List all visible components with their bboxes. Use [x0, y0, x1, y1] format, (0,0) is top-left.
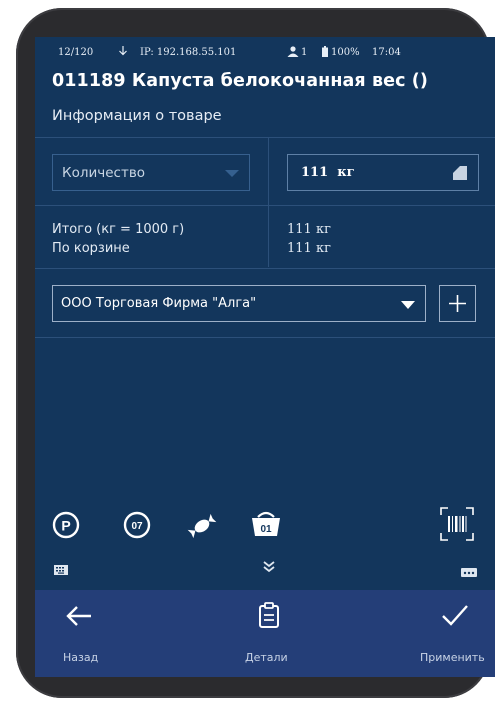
app-screen: 12/120 IP: 192.168.55.101 1 100% 17:04 0… — [35, 37, 495, 677]
back-button[interactable]: Назад — [35, 590, 135, 677]
apply-label: Применить — [420, 651, 485, 664]
quantity-input[interactable]: 111 кг — [287, 154, 479, 191]
divider — [35, 268, 495, 269]
details-button[interactable]: Детали — [220, 590, 320, 677]
divider — [35, 205, 495, 206]
barcode-scan-icon[interactable] — [440, 507, 474, 545]
code-07-icon[interactable]: 07 — [123, 511, 151, 543]
quantity-unit: кг — [337, 165, 355, 180]
quantity-mode-label: Количество — [62, 165, 146, 181]
supplier-label: ООО Торговая Фирма "Алга" — [61, 296, 257, 311]
candy-icon[interactable] — [186, 513, 218, 543]
status-users: 1 — [301, 47, 308, 58]
divider — [35, 337, 495, 338]
clipboard-icon — [259, 602, 279, 628]
keyboard-toggle-icon[interactable] — [453, 166, 467, 180]
supplier-select[interactable]: ООО Торговая Фирма "Алга" — [52, 285, 426, 322]
quantity-mode-select[interactable]: Количество — [52, 154, 250, 191]
wifi-down-icon — [118, 45, 128, 60]
checkmark-icon — [442, 605, 468, 626]
status-battery: 100% — [331, 47, 360, 58]
p-badge-text: P — [61, 518, 70, 534]
status-time: 17:04 — [372, 47, 401, 58]
arrow-left-icon — [66, 606, 91, 626]
chevron-down-icon — [225, 170, 239, 177]
basket-label: По корзине — [52, 241, 130, 256]
basket-value: 111 кг — [287, 241, 331, 256]
quantity-value: 111 — [301, 165, 329, 180]
quantity-value-group: 111 кг — [301, 165, 355, 180]
product-title: 011189 Капуста белокочанная вес () — [52, 71, 428, 91]
bottom-nav-bar: Назад Детали Применить — [35, 590, 495, 677]
column-divider — [268, 137, 269, 267]
basket-icon[interactable]: 01 — [249, 507, 283, 543]
apply-button[interactable]: Применить — [405, 590, 495, 677]
status-counter: 12/120 — [58, 47, 94, 58]
chevron-double-down-icon[interactable] — [262, 558, 276, 577]
details-label: Детали — [245, 651, 288, 664]
total-value: 111 кг — [287, 222, 331, 237]
add-supplier-button[interactable] — [439, 285, 476, 322]
chevron-down-icon — [401, 301, 415, 309]
user-icon — [287, 46, 299, 60]
p-circle-icon[interactable]: P — [52, 511, 80, 543]
keyboard-icon[interactable] — [54, 560, 68, 579]
code-badge-text: 07 — [131, 521, 143, 532]
divider — [35, 137, 495, 138]
status-ip: IP: 192.168.55.101 — [140, 47, 237, 58]
page-subtitle: Информация о товаре — [52, 108, 222, 124]
back-label: Назад — [63, 651, 99, 664]
total-label: Итого (кг = 1000 г) — [52, 222, 185, 237]
basket-badge-text: 01 — [260, 524, 272, 535]
plus-icon — [449, 295, 466, 312]
battery-icon — [322, 46, 328, 60]
status-bar: 12/120 IP: 192.168.55.101 1 100% 17:04 — [35, 37, 495, 69]
more-dots-icon[interactable] — [461, 562, 477, 581]
